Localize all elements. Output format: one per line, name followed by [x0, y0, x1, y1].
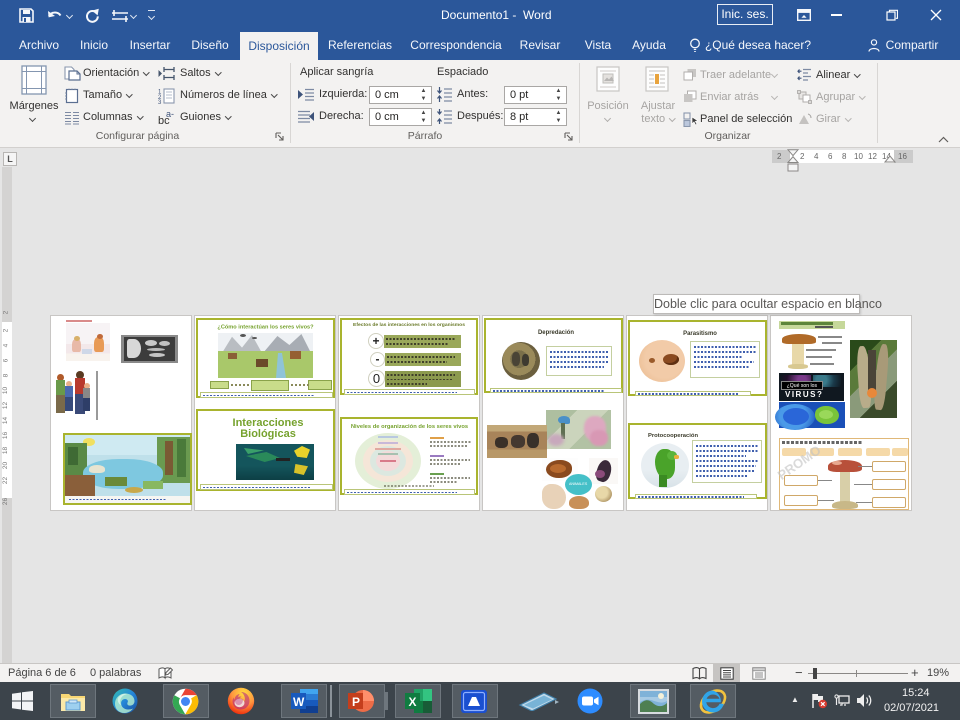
svg-text:3: 3: [158, 100, 162, 104]
svg-text:P: P: [352, 695, 360, 709]
svg-text:X: X: [409, 695, 417, 709]
svg-text:a-: a-: [166, 110, 174, 119]
svg-text:W: W: [293, 695, 305, 709]
